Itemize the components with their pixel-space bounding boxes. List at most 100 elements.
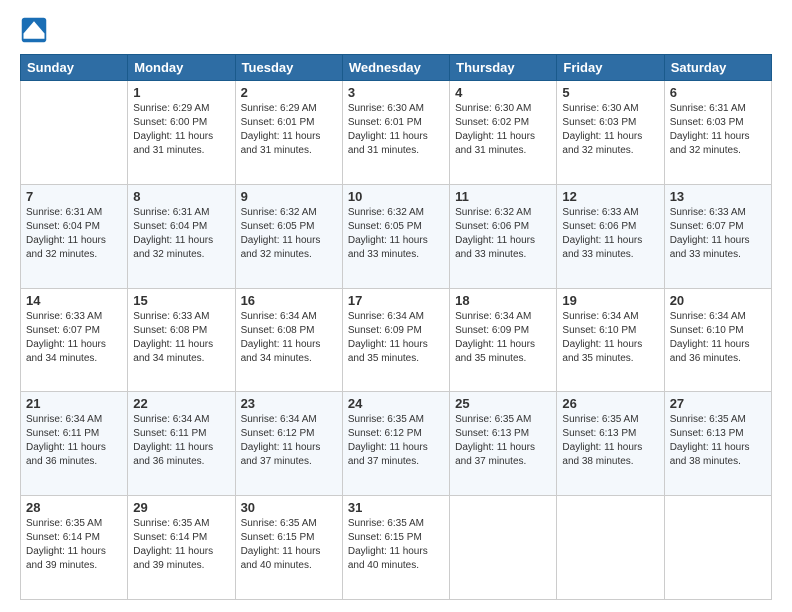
day-info: Sunrise: 6:34 AM Sunset: 6:10 PM Dayligh… xyxy=(562,310,658,366)
header xyxy=(20,16,772,44)
calendar-cell: 12 Sunrise: 6:33 AM Sunset: 6:06 PM Dayli… xyxy=(557,184,664,288)
day-info: Sunrise: 6:35 AM Sunset: 6:15 PM Dayligh… xyxy=(241,517,337,573)
day-info: Sunrise: 6:31 AM Sunset: 6:04 PM Dayligh… xyxy=(26,206,122,262)
day-number: 11 xyxy=(455,189,551,204)
calendar-cell: 9 Sunrise: 6:32 AM Sunset: 6:05 PM Daylig… xyxy=(235,184,342,288)
weekday-header: Wednesday xyxy=(342,55,449,81)
weekday-header: Friday xyxy=(557,55,664,81)
day-info: Sunrise: 6:34 AM Sunset: 6:10 PM Dayligh… xyxy=(670,310,766,366)
calendar-cell: 22Sunrise: 6:34 AM Sunset: 6:11 PM Dayli… xyxy=(128,392,235,496)
day-info: Sunrise: 6:31 AM Sunset: 6:03 PM Dayligh… xyxy=(670,102,766,158)
day-info: Sunrise: 6:32 AM Sunset: 6:05 PM Dayligh… xyxy=(241,206,337,262)
calendar-cell: 5Sunrise: 6:30 AM Sunset: 6:03 PM Daylig… xyxy=(557,81,664,185)
calendar-cell: 28 Sunrise: 6:35 AM Sunset: 6:14 PM Dayli… xyxy=(21,496,128,600)
day-info: Sunrise: 6:34 AM Sunset: 6:12 PM Dayligh… xyxy=(241,413,337,469)
day-number: 27 xyxy=(670,396,766,411)
day-info: Sunrise: 6:35 AM Sunset: 6:12 PM Dayligh… xyxy=(348,413,444,469)
day-number: 29 xyxy=(133,500,229,515)
day-info: Sunrise: 6:30 AM Sunset: 6:01 PM Dayligh… xyxy=(348,102,444,158)
weekday-header: Monday xyxy=(128,55,235,81)
day-number: 24 xyxy=(348,396,444,411)
day-info: Sunrise: 6:32 AM Sunset: 6:06 PM Dayligh… xyxy=(455,206,551,262)
day-number: 4 xyxy=(455,85,551,100)
calendar-cell: 4 Sunrise: 6:30 AM Sunset: 6:02 PM Daylig… xyxy=(450,81,557,185)
calendar-cell xyxy=(557,496,664,600)
day-info: Sunrise: 6:30 AM Sunset: 6:03 PM Dayligh… xyxy=(562,102,658,158)
calendar-cell: 15 Sunrise: 6:33 AM Sunset: 6:08 PM Dayli… xyxy=(128,288,235,392)
day-info: Sunrise: 6:34 AM Sunset: 6:11 PM Dayligh… xyxy=(133,413,229,469)
calendar-week-row: 28 Sunrise: 6:35 AM Sunset: 6:14 PM Dayli… xyxy=(21,496,772,600)
day-info: Sunrise: 6:29 AM Sunset: 6:01 PM Dayligh… xyxy=(241,102,337,158)
calendar-cell xyxy=(21,81,128,185)
day-info: Sunrise: 6:33 AM Sunset: 6:06 PM Dayligh… xyxy=(562,206,658,262)
calendar-cell: 23Sunrise: 6:34 AM Sunset: 6:12 PM Dayli… xyxy=(235,392,342,496)
day-number: 10 xyxy=(348,189,444,204)
day-number: 18 xyxy=(455,293,551,308)
calendar-cell: 14 Sunrise: 6:33 AM Sunset: 6:07 PM Dayli… xyxy=(21,288,128,392)
logo-icon xyxy=(20,16,48,44)
day-number: 2 xyxy=(241,85,337,100)
calendar-cell: 1 Sunrise: 6:29 AM Sunset: 6:00 PM Daylig… xyxy=(128,81,235,185)
weekday-header: Tuesday xyxy=(235,55,342,81)
weekday-header: Saturday xyxy=(664,55,771,81)
day-info: Sunrise: 6:35 AM Sunset: 6:13 PM Dayligh… xyxy=(670,413,766,469)
calendar-cell xyxy=(664,496,771,600)
day-number: 21 xyxy=(26,396,122,411)
day-info: Sunrise: 6:29 AM Sunset: 6:00 PM Dayligh… xyxy=(133,102,229,158)
calendar-cell: 10Sunrise: 6:32 AM Sunset: 6:05 PM Dayli… xyxy=(342,184,449,288)
day-number: 3 xyxy=(348,85,444,100)
calendar-cell: 3 Sunrise: 6:30 AM Sunset: 6:01 PM Daylig… xyxy=(342,81,449,185)
calendar-header-row: SundayMondayTuesdayWednesdayThursdayFrid… xyxy=(21,55,772,81)
calendar-cell: 17 Sunrise: 6:34 AM Sunset: 6:09 PM Dayli… xyxy=(342,288,449,392)
calendar-cell: 8 Sunrise: 6:31 AM Sunset: 6:04 PM Daylig… xyxy=(128,184,235,288)
calendar-cell: 18 Sunrise: 6:34 AM Sunset: 6:09 PM Dayli… xyxy=(450,288,557,392)
day-info: Sunrise: 6:35 AM Sunset: 6:14 PM Dayligh… xyxy=(26,517,122,573)
calendar-week-row: 14 Sunrise: 6:33 AM Sunset: 6:07 PM Dayli… xyxy=(21,288,772,392)
calendar-cell: 31Sunrise: 6:35 AM Sunset: 6:15 PM Dayli… xyxy=(342,496,449,600)
day-number: 26 xyxy=(562,396,658,411)
day-number: 19 xyxy=(562,293,658,308)
day-number: 14 xyxy=(26,293,122,308)
calendar-week-row: 7 Sunrise: 6:31 AM Sunset: 6:04 PM Daylig… xyxy=(21,184,772,288)
calendar-cell: 19 Sunrise: 6:34 AM Sunset: 6:10 PM Dayli… xyxy=(557,288,664,392)
day-number: 16 xyxy=(241,293,337,308)
day-info: Sunrise: 6:34 AM Sunset: 6:11 PM Dayligh… xyxy=(26,413,122,469)
calendar-cell: 29 Sunrise: 6:35 AM Sunset: 6:14 PM Dayli… xyxy=(128,496,235,600)
day-info: Sunrise: 6:35 AM Sunset: 6:15 PM Dayligh… xyxy=(348,517,444,573)
calendar-cell: 7 Sunrise: 6:31 AM Sunset: 6:04 PM Daylig… xyxy=(21,184,128,288)
day-number: 25 xyxy=(455,396,551,411)
day-number: 8 xyxy=(133,189,229,204)
day-number: 9 xyxy=(241,189,337,204)
day-number: 17 xyxy=(348,293,444,308)
calendar-cell xyxy=(450,496,557,600)
day-info: Sunrise: 6:35 AM Sunset: 6:14 PM Dayligh… xyxy=(133,517,229,573)
day-info: Sunrise: 6:34 AM Sunset: 6:09 PM Dayligh… xyxy=(455,310,551,366)
calendar-cell: 24 Sunrise: 6:35 AM Sunset: 6:12 PM Dayli… xyxy=(342,392,449,496)
weekday-header: Thursday xyxy=(450,55,557,81)
page: SundayMondayTuesdayWednesdayThursdayFrid… xyxy=(0,0,792,612)
day-info: Sunrise: 6:35 AM Sunset: 6:13 PM Dayligh… xyxy=(562,413,658,469)
calendar-cell: 16Sunrise: 6:34 AM Sunset: 6:08 PM Dayli… xyxy=(235,288,342,392)
day-number: 28 xyxy=(26,500,122,515)
calendar-cell: 25 Sunrise: 6:35 AM Sunset: 6:13 PM Dayli… xyxy=(450,392,557,496)
calendar-cell: 30Sunrise: 6:35 AM Sunset: 6:15 PM Dayli… xyxy=(235,496,342,600)
day-info: Sunrise: 6:30 AM Sunset: 6:02 PM Dayligh… xyxy=(455,102,551,158)
day-number: 13 xyxy=(670,189,766,204)
calendar-cell: 11 Sunrise: 6:32 AM Sunset: 6:06 PM Dayli… xyxy=(450,184,557,288)
calendar-cell: 13Sunrise: 6:33 AM Sunset: 6:07 PM Dayli… xyxy=(664,184,771,288)
calendar-week-row: 1 Sunrise: 6:29 AM Sunset: 6:00 PM Daylig… xyxy=(21,81,772,185)
day-number: 15 xyxy=(133,293,229,308)
calendar-table: SundayMondayTuesdayWednesdayThursdayFrid… xyxy=(20,54,772,600)
day-info: Sunrise: 6:33 AM Sunset: 6:08 PM Dayligh… xyxy=(133,310,229,366)
calendar-cell: 21 Sunrise: 6:34 AM Sunset: 6:11 PM Dayli… xyxy=(21,392,128,496)
day-info: Sunrise: 6:35 AM Sunset: 6:13 PM Dayligh… xyxy=(455,413,551,469)
day-info: Sunrise: 6:33 AM Sunset: 6:07 PM Dayligh… xyxy=(26,310,122,366)
logo xyxy=(20,16,52,44)
day-info: Sunrise: 6:31 AM Sunset: 6:04 PM Dayligh… xyxy=(133,206,229,262)
day-number: 12 xyxy=(562,189,658,204)
day-number: 7 xyxy=(26,189,122,204)
day-number: 1 xyxy=(133,85,229,100)
calendar-cell: 26 Sunrise: 6:35 AM Sunset: 6:13 PM Dayli… xyxy=(557,392,664,496)
calendar-cell: 6Sunrise: 6:31 AM Sunset: 6:03 PM Daylig… xyxy=(664,81,771,185)
day-info: Sunrise: 6:34 AM Sunset: 6:09 PM Dayligh… xyxy=(348,310,444,366)
